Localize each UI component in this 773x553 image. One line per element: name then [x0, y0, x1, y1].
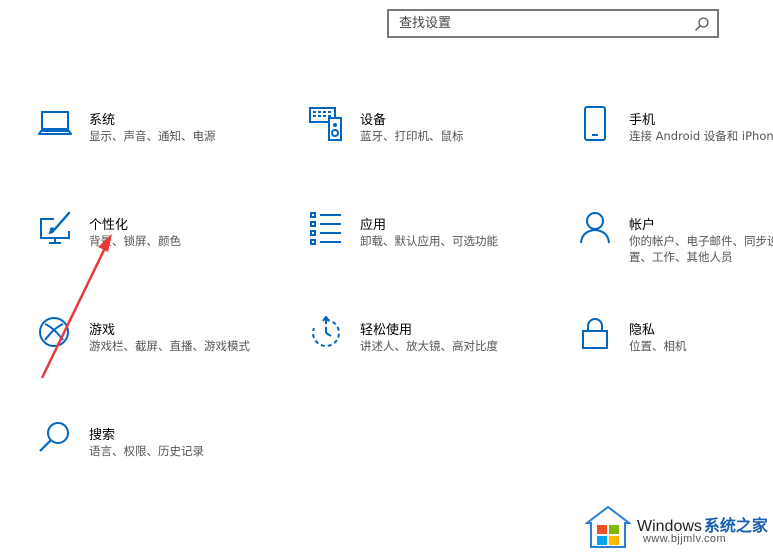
phone-icon [584, 106, 606, 141]
settings-search-box[interactable] [387, 9, 719, 38]
windows-logo-icon [585, 505, 631, 548]
tile-accounts[interactable]: 帐户 你的帐户、电子邮件、同步设置、工作、其他人员 [578, 211, 773, 281]
tile-system[interactable]: 系统 显示、声音、通知、电源 [38, 106, 288, 176]
tile-devices[interactable]: 设备 蓝牙、打印机、鼠标 [309, 106, 559, 176]
tile-description: 位置、相机 [629, 339, 687, 353]
tile-ease-of-access[interactable]: 轻松使用 讲述人、放大镜、高对比度 [309, 316, 559, 386]
tile-title: 手机 [629, 113, 656, 128]
tile-title: 隐私 [629, 323, 656, 338]
tile-title: 设备 [360, 113, 387, 128]
search-icon [39, 422, 69, 452]
tile-gaming[interactable]: 游戏 游戏栏、截屏、直播、游戏模式 [38, 316, 288, 386]
tile-description: 你的帐户、电子邮件、同步设置、工作、其他人员 [629, 234, 773, 264]
tile-privacy[interactable]: 隐私 位置、相机 [578, 316, 773, 386]
tile-description: 语言、权限、历史记录 [89, 444, 204, 458]
tile-description: 讲述人、放大镜、高对比度 [360, 339, 498, 353]
laptop-icon [38, 111, 72, 135]
personalization-icon [40, 211, 71, 244]
tile-description: 游戏栏、截屏、直播、游戏模式 [89, 339, 250, 353]
tile-description: 卸载、默认应用、可选功能 [360, 234, 498, 248]
apps-icon [310, 212, 341, 245]
search-icon[interactable] [693, 15, 711, 33]
tile-description: 背景、锁屏、颜色 [89, 234, 181, 248]
tile-title: 游戏 [89, 323, 116, 338]
tile-title: 系统 [89, 113, 116, 128]
tile-personalization[interactable]: 个性化 背景、锁屏、颜色 [38, 211, 288, 281]
tile-apps[interactable]: 应用 卸载、默认应用、可选功能 [309, 211, 559, 281]
tile-title: 应用 [360, 218, 387, 233]
tile-title: 帐户 [629, 218, 656, 233]
tile-description: 显示、声音、通知、电源 [89, 129, 216, 143]
search-input[interactable] [389, 11, 689, 36]
tile-description: 连接 Android 设备和 iPhone [629, 129, 773, 143]
tile-title: 个性化 [89, 218, 129, 233]
tile-title: 搜索 [89, 428, 116, 443]
lock-icon [582, 318, 608, 349]
tile-title: 轻松使用 [360, 323, 413, 338]
tile-description: 蓝牙、打印机、鼠标 [360, 129, 464, 143]
watermark-url: www.bjjmlv.com [643, 533, 727, 545]
account-icon [580, 212, 610, 244]
tile-phone[interactable]: 手机 连接 Android 设备和 iPhone [578, 106, 773, 176]
tile-search[interactable]: 搜索 语言、权限、历史记录 [38, 421, 288, 491]
watermark: Windows 系统之家 www.bjjmlv.com [585, 503, 773, 553]
devices-icon [309, 107, 342, 141]
ease-of-access-icon [312, 316, 340, 347]
xbox-icon [39, 317, 69, 347]
